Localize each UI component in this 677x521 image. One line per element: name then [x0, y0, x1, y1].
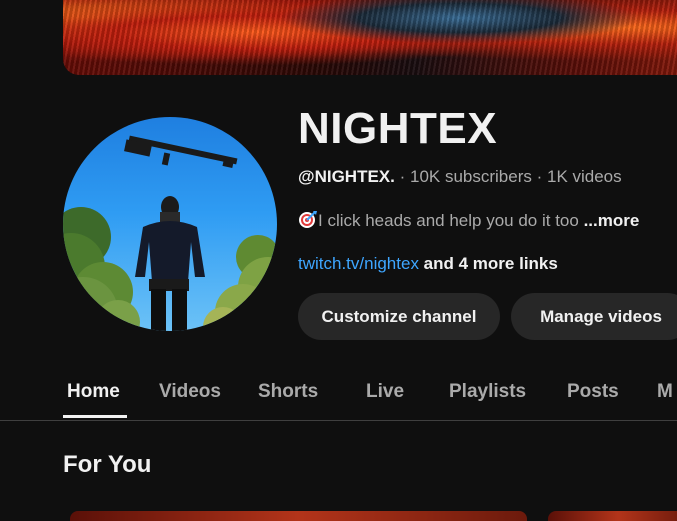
- subscriber-count: 10K subscribers: [409, 167, 532, 186]
- channel-description[interactable]: I click heads and help you do it too ...…: [298, 209, 639, 233]
- meta-separator: ·: [531, 167, 547, 186]
- customize-channel-button[interactable]: Customize channel: [298, 293, 500, 340]
- target-emoji-icon: [299, 211, 317, 228]
- channel-banner: [63, 0, 677, 75]
- tab-shorts[interactable]: Shorts: [258, 364, 318, 420]
- description-text: I click heads and help you do it too: [318, 211, 584, 230]
- tab-home[interactable]: Home: [67, 364, 120, 420]
- video-thumbnail[interactable]: [548, 511, 677, 521]
- channel-tabs: Home Videos Shorts Live Playlists Posts …: [0, 364, 677, 420]
- manage-videos-button[interactable]: Manage videos: [511, 293, 677, 340]
- tab-playlists[interactable]: Playlists: [449, 364, 526, 420]
- channel-handle: @NIGHTEX.: [298, 167, 395, 186]
- tab-more[interactable]: M: [657, 364, 673, 420]
- avatar-image: [63, 135, 277, 331]
- section-title: For You: [63, 451, 152, 478]
- video-thumbnail[interactable]: [70, 511, 527, 521]
- more-links-button[interactable]: and 4 more links: [419, 254, 558, 273]
- twitch-link[interactable]: twitch.tv/nightex: [298, 254, 419, 273]
- channel-name: NIGHTEX: [298, 104, 498, 153]
- meta-separator: ·: [394, 167, 410, 186]
- channel-links: twitch.tv/nightex and 4 more links: [298, 252, 558, 276]
- tab-posts[interactable]: Posts: [567, 364, 619, 420]
- tabs-divider: [0, 420, 677, 421]
- channel-meta: @NIGHTEX. · 10K subscribers · 1K videos: [298, 166, 622, 188]
- tab-live[interactable]: Live: [366, 364, 404, 420]
- tab-videos[interactable]: Videos: [159, 364, 221, 420]
- video-count: 1K videos: [546, 167, 622, 186]
- active-tab-indicator: [63, 415, 127, 418]
- channel-avatar[interactable]: [63, 117, 277, 331]
- more-link[interactable]: ...more: [584, 211, 640, 230]
